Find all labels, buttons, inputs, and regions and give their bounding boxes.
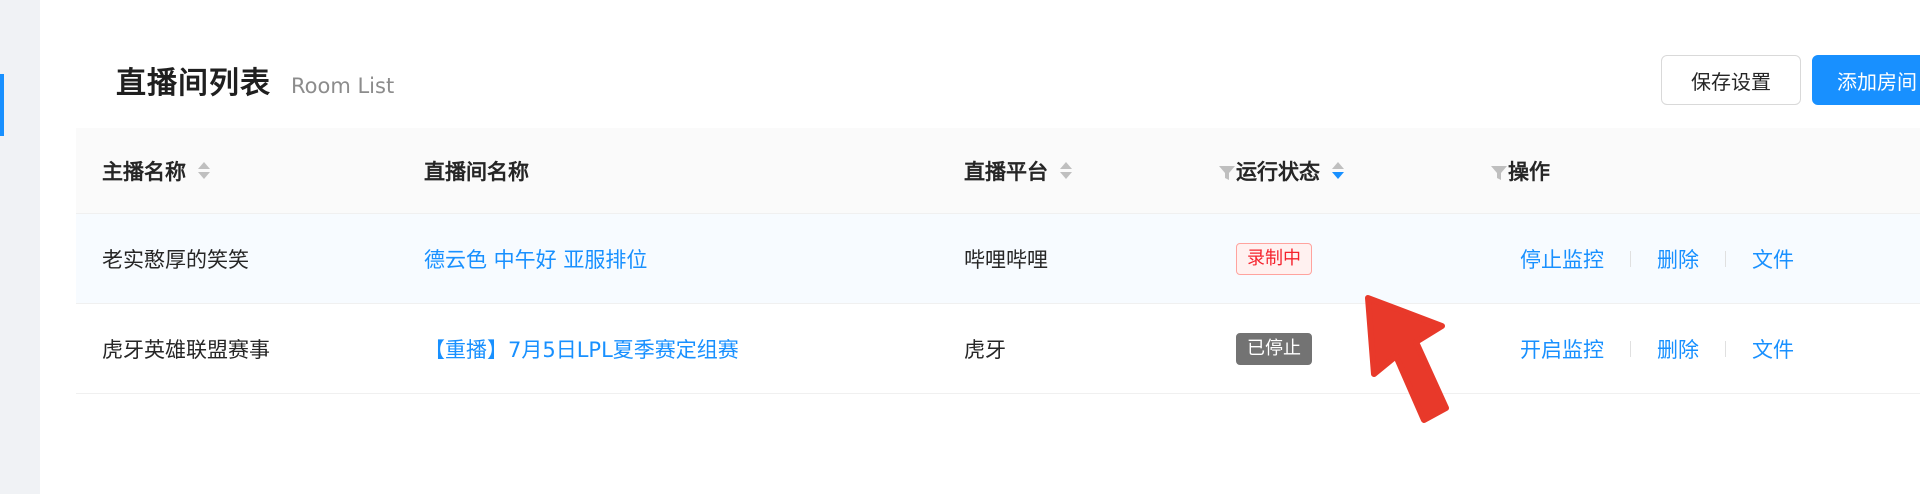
status-badge: 已停止: [1236, 332, 1312, 365]
sort-caret-icon[interactable]: [1332, 162, 1344, 179]
status-cell: 已停止: [1236, 304, 1312, 393]
files-link[interactable]: 文件: [1752, 244, 1794, 274]
column-header-status[interactable]: 运行状态: [1236, 128, 1344, 213]
divider: [1630, 340, 1631, 357]
divider: [1725, 250, 1726, 267]
page-subtitle: Room List: [291, 74, 395, 98]
column-header-status-label: 运行状态: [1236, 159, 1320, 184]
table-row[interactable]: 虎牙英雄联盟赛事 【重播】7月5日LPL夏季赛定组赛 虎牙 已停止 开启监控 删…: [76, 304, 1920, 394]
main-content: 直播间列表 Room List 保存设置 添加房间 主播名称 直播间名称 直播平…: [40, 0, 1920, 494]
start-monitor-link[interactable]: 开启监控: [1520, 334, 1604, 364]
sidebar: [0, 0, 40, 494]
anchor-name: 老实憨厚的笑笑: [102, 247, 249, 272]
column-header-anchor[interactable]: 主播名称: [102, 128, 210, 213]
room-table: 主播名称 直播间名称 直播平台 运行状态 操作 老实憨厚的笑笑 德云色 中午好 …: [76, 128, 1920, 394]
column-header-ops: 操作: [1508, 128, 1550, 213]
table-row[interactable]: 老实憨厚的笑笑 德云色 中午好 亚服排位 哔哩哔哩 录制中 停止监控 删除 文件: [76, 214, 1920, 304]
column-header-anchor-label: 主播名称: [102, 159, 186, 184]
save-settings-button[interactable]: 保存设置: [1661, 55, 1801, 105]
room-name-link[interactable]: 【重播】7月5日LPL夏季赛定组赛: [424, 304, 739, 393]
status-cell: 录制中: [1236, 214, 1312, 303]
column-header-room: 直播间名称: [424, 128, 529, 213]
platform-name: 哔哩哔哩: [964, 247, 1048, 272]
row-actions: 开启监控 删除 文件: [1508, 304, 1794, 393]
divider: [1630, 250, 1631, 267]
sort-caret-icon[interactable]: [198, 162, 210, 179]
room-name-link[interactable]: 德云色 中午好 亚服排位: [424, 214, 647, 303]
sort-caret-icon[interactable]: [1060, 162, 1072, 179]
delete-link[interactable]: 删除: [1657, 334, 1699, 364]
files-link[interactable]: 文件: [1752, 334, 1794, 364]
divider: [1725, 340, 1726, 357]
page-title: 直播间列表: [116, 66, 271, 101]
page-header: 直播间列表 Room List: [116, 58, 394, 102]
column-header-platform-label: 直播平台: [964, 159, 1048, 184]
status-badge: 录制中: [1236, 242, 1312, 275]
sidebar-active-indicator: [0, 74, 4, 136]
stop-monitor-link[interactable]: 停止监控: [1520, 244, 1604, 274]
table-header: 主播名称 直播间名称 直播平台 运行状态 操作: [76, 128, 1920, 214]
delete-link[interactable]: 删除: [1657, 244, 1699, 274]
column-header-room-label: 直播间名称: [424, 159, 529, 184]
arrow-cursor-icon: [1365, 295, 1449, 423]
filter-funnel-icon[interactable]: [1218, 164, 1236, 182]
anchor-name: 虎牙英雄联盟赛事: [102, 337, 270, 362]
filter-funnel-icon[interactable]: [1490, 164, 1508, 182]
row-actions: 停止监控 删除 文件: [1508, 214, 1794, 303]
platform-name: 虎牙: [964, 337, 1006, 362]
column-header-ops-label: 操作: [1508, 159, 1550, 184]
column-header-platform[interactable]: 直播平台: [964, 128, 1072, 213]
add-room-button[interactable]: 添加房间: [1812, 55, 1920, 105]
